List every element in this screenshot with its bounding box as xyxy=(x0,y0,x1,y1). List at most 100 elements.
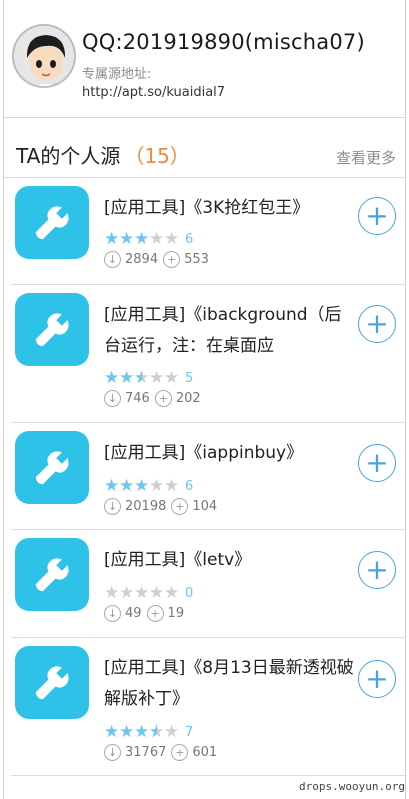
qq-id: QQ:201919890(mischa07) xyxy=(82,30,365,54)
star-icon: ★ xyxy=(134,583,150,603)
app-icon[interactable] xyxy=(15,431,89,504)
app-stats: ↓ 20198 +104 xyxy=(104,498,217,515)
plus-small-icon: + xyxy=(146,605,164,622)
add-button[interactable]: + xyxy=(358,305,396,343)
app-name[interactable]: [应用工具]《ibackground（后台运行，注：在桌面应 xyxy=(104,300,354,362)
plus-small-icon: + xyxy=(171,744,189,761)
app-name[interactable]: [应用工具]《8月13日最新透视破解版补丁》 xyxy=(104,653,354,715)
source-url[interactable]: http://apt.so/kuaidial7 xyxy=(82,85,225,100)
app-name[interactable]: [应用工具]《letv》 xyxy=(104,545,354,576)
app-icon[interactable] xyxy=(15,646,89,719)
rating-count: 0 xyxy=(185,586,194,601)
star-icon: ★ xyxy=(149,368,165,388)
plus-small-icon: + xyxy=(154,390,172,407)
rating-count: 5 xyxy=(185,371,194,386)
app-stats: ↓ 2894 +553 xyxy=(104,251,209,268)
app-stats: ↓ 49 +19 xyxy=(104,605,184,622)
plus-icon: + xyxy=(365,662,389,695)
star-icon: ★ xyxy=(164,368,180,388)
app-icon[interactable] xyxy=(15,186,89,259)
star-icon: ★ xyxy=(134,229,150,249)
star-icon: ★ xyxy=(104,368,120,388)
download-icon: ↓ xyxy=(104,390,121,407)
star-icon: ★ xyxy=(119,368,135,388)
wrench-icon xyxy=(35,205,69,239)
avatar[interactable] xyxy=(12,24,76,88)
star-icon: ★ xyxy=(149,583,165,603)
rating-stars: ★ ★ ★ ★ ★ 6 xyxy=(104,231,193,248)
download-count: 20198 xyxy=(125,499,167,514)
view-more-link[interactable]: 查看更多 xyxy=(336,147,396,168)
rating-stars: ★★★★★ 7 xyxy=(104,722,194,742)
app-icon[interactable] xyxy=(15,293,89,366)
list-item[interactable]: [应用工具]《3K抢红包王》 ★ ★ ★ ★ ★ 6 ↓ 2894 +553 + xyxy=(4,178,405,285)
page-frame: QQ:201919890(mischa07) 专属源地址: http://apt… xyxy=(3,0,406,799)
star-icon: ★ xyxy=(164,229,180,249)
section-title-text: TA的个人源 xyxy=(16,144,121,168)
wrench-icon xyxy=(35,665,69,699)
star-icon: ★ xyxy=(119,229,135,249)
star-icon: ★ xyxy=(104,583,120,603)
star-icon: ★ xyxy=(119,722,135,742)
app-name[interactable]: [应用工具]《iappinbuy》 xyxy=(104,438,354,469)
download-icon: ↓ xyxy=(104,605,121,622)
list-item[interactable]: [应用工具]《letv》 ★ ★ ★ ★ ★ 0 ↓ 49 +19 + xyxy=(4,530,405,638)
list-item[interactable]: [应用工具]《ibackground（后台运行，注：在桌面应 ★★★★★ 5 ↓… xyxy=(4,285,405,423)
download-icon: ↓ xyxy=(104,498,121,515)
avatar-image xyxy=(14,26,74,86)
download-count: 49 xyxy=(125,606,142,621)
star-icon: ★ xyxy=(104,722,120,742)
row-divider xyxy=(11,775,405,776)
add-count: 202 xyxy=(175,391,201,406)
star-icon: ★ xyxy=(119,583,135,603)
app-icon[interactable] xyxy=(15,538,89,611)
star-icon: ★ xyxy=(149,229,165,249)
app-stats: ↓ 31767 +601 xyxy=(104,744,217,761)
watermark: drops.wooyun.org xyxy=(299,780,405,793)
section-title: TA的个人源 （15） xyxy=(16,140,190,169)
rating-count: 6 xyxy=(185,479,194,494)
star-icon: ★ xyxy=(134,476,150,496)
rating-count: 7 xyxy=(185,725,194,740)
add-button[interactable]: + xyxy=(358,444,396,482)
add-count: 601 xyxy=(192,745,218,760)
wrench-icon xyxy=(35,312,69,346)
star-icon: ★ xyxy=(104,229,120,249)
list-item[interactable]: [应用工具]《iappinbuy》 ★ ★ ★ ★ ★ 6 ↓ 20198 +104 + xyxy=(4,423,405,530)
rating-stars: ★★★★★ 5 xyxy=(104,368,194,388)
add-count: 104 xyxy=(192,499,218,514)
star-icon: ★ xyxy=(134,722,150,742)
plus-icon: + xyxy=(365,307,389,340)
wrench-icon xyxy=(35,450,69,484)
star-icon: ★ xyxy=(164,722,180,742)
star-icon: ★ xyxy=(164,476,180,496)
app-stats: ↓ 746 +202 xyxy=(104,390,201,407)
add-button[interactable]: + xyxy=(358,660,396,698)
star-half-icon: ★ xyxy=(149,724,164,742)
add-count: 553 xyxy=(184,252,209,267)
star-icon: ★ xyxy=(119,476,135,496)
star-icon: ★ xyxy=(149,476,165,496)
download-icon: ↓ xyxy=(104,744,121,761)
download-count: 746 xyxy=(125,391,150,406)
plus-icon: + xyxy=(365,553,389,586)
plus-small-icon: + xyxy=(171,498,189,515)
plus-icon: + xyxy=(365,446,389,479)
section-count: （15） xyxy=(124,144,190,168)
add-button[interactable]: + xyxy=(358,551,396,589)
rating-count: 6 xyxy=(185,232,194,247)
rating-stars: ★ ★ ★ ★ ★ 6 xyxy=(104,478,193,495)
plus-icon: + xyxy=(365,199,389,232)
rating-stars: ★ ★ ★ ★ ★ 0 xyxy=(104,585,193,602)
star-half-icon: ★ xyxy=(134,370,149,388)
download-count: 31767 xyxy=(125,745,167,760)
add-button[interactable]: + xyxy=(358,197,396,235)
star-icon: ★ xyxy=(164,583,180,603)
download-count: 2894 xyxy=(125,252,159,267)
star-icon: ★ xyxy=(104,476,120,496)
list-item[interactable]: [应用工具]《8月13日最新透视破解版补丁》 ★★★★★ 7 ↓31767 +6… xyxy=(4,638,405,776)
app-name[interactable]: [应用工具]《3K抢红包王》 xyxy=(104,193,354,224)
plus-small-icon: + xyxy=(163,251,181,268)
profile-header: QQ:201919890(mischa07) 专属源地址: http://apt… xyxy=(4,0,405,118)
source-label: 专属源地址: xyxy=(82,67,152,82)
